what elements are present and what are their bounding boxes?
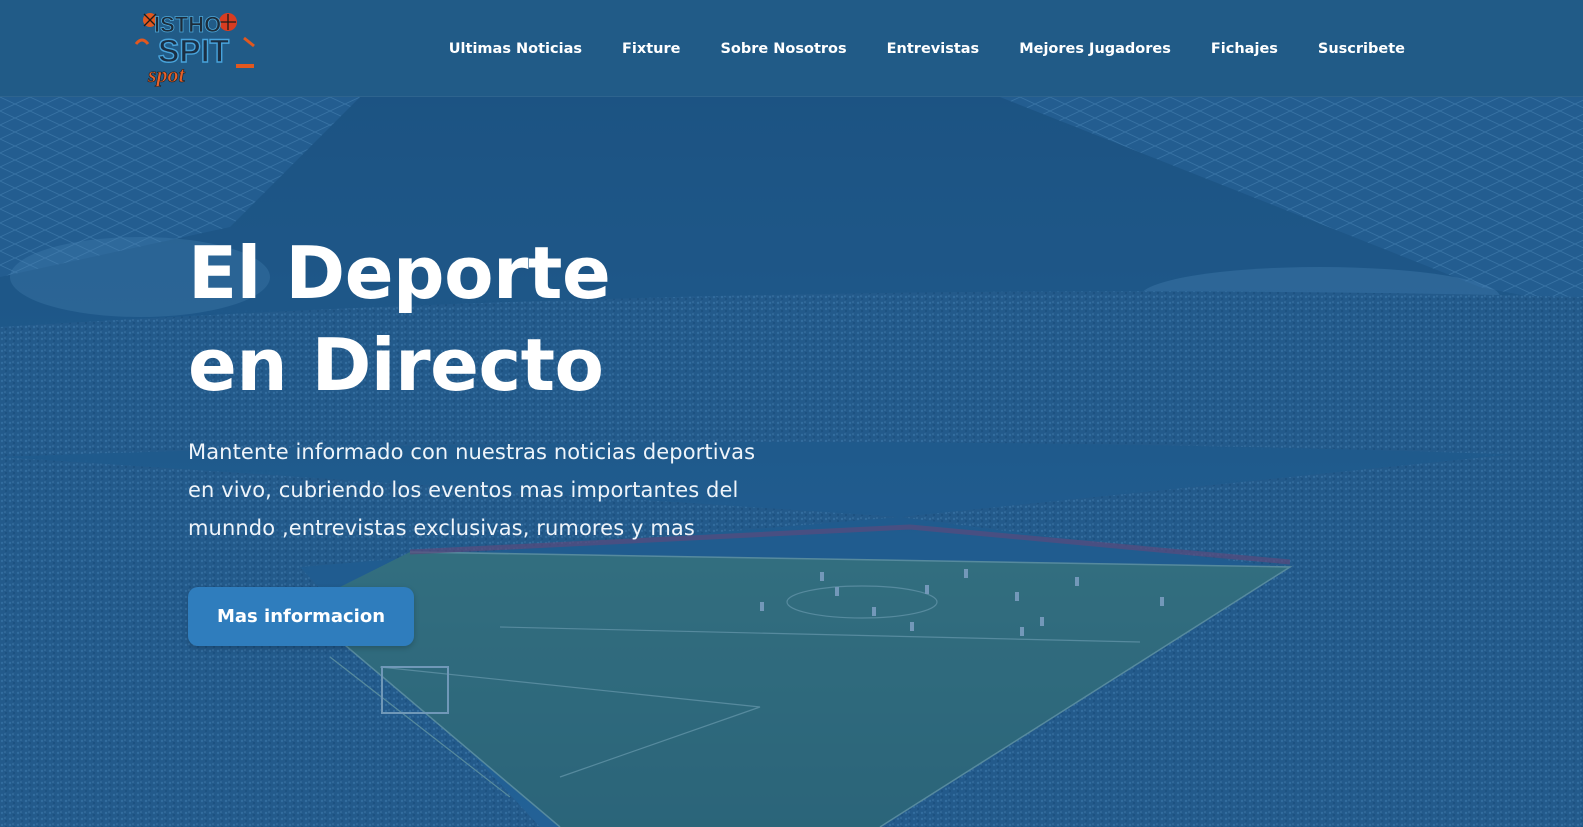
nav-sobre-nosotros[interactable]: Sobre Nosotros bbox=[720, 41, 846, 57]
nav-suscribete[interactable]: Suscribete bbox=[1318, 41, 1405, 57]
hero-title-line2: en Directo bbox=[188, 323, 604, 407]
nav-ultimas-noticias[interactable]: Ultimas Noticias bbox=[449, 41, 582, 57]
svg-text:spot: spot bbox=[147, 62, 186, 87]
nav-fichajes[interactable]: Fichajes bbox=[1211, 41, 1278, 57]
main-nav: Ultimas Noticias Fixture Sobre Nosotros … bbox=[449, 0, 1405, 97]
site-logo[interactable]: ISTHO SPIT spot bbox=[132, 4, 262, 90]
hero-title: El Deporte en Directo bbox=[188, 227, 808, 411]
nav-entrevistas[interactable]: Entrevistas bbox=[887, 41, 980, 57]
site-header: ISTHO SPIT spot Ultimas Noticias Fixture… bbox=[0, 0, 1583, 97]
hero-content: El Deporte en Directo Mantente informado… bbox=[188, 227, 808, 646]
mas-informacion-button[interactable]: Mas informacion bbox=[188, 587, 414, 646]
nav-fixture[interactable]: Fixture bbox=[622, 41, 680, 57]
hero-subtitle: Mantente informado con nuestras noticias… bbox=[188, 440, 756, 540]
nav-mejores-jugadores[interactable]: Mejores Jugadores bbox=[1019, 41, 1171, 57]
hero-section: El Deporte en Directo Mantente informado… bbox=[0, 97, 1583, 827]
hero-title-line1: El Deporte bbox=[188, 231, 611, 315]
